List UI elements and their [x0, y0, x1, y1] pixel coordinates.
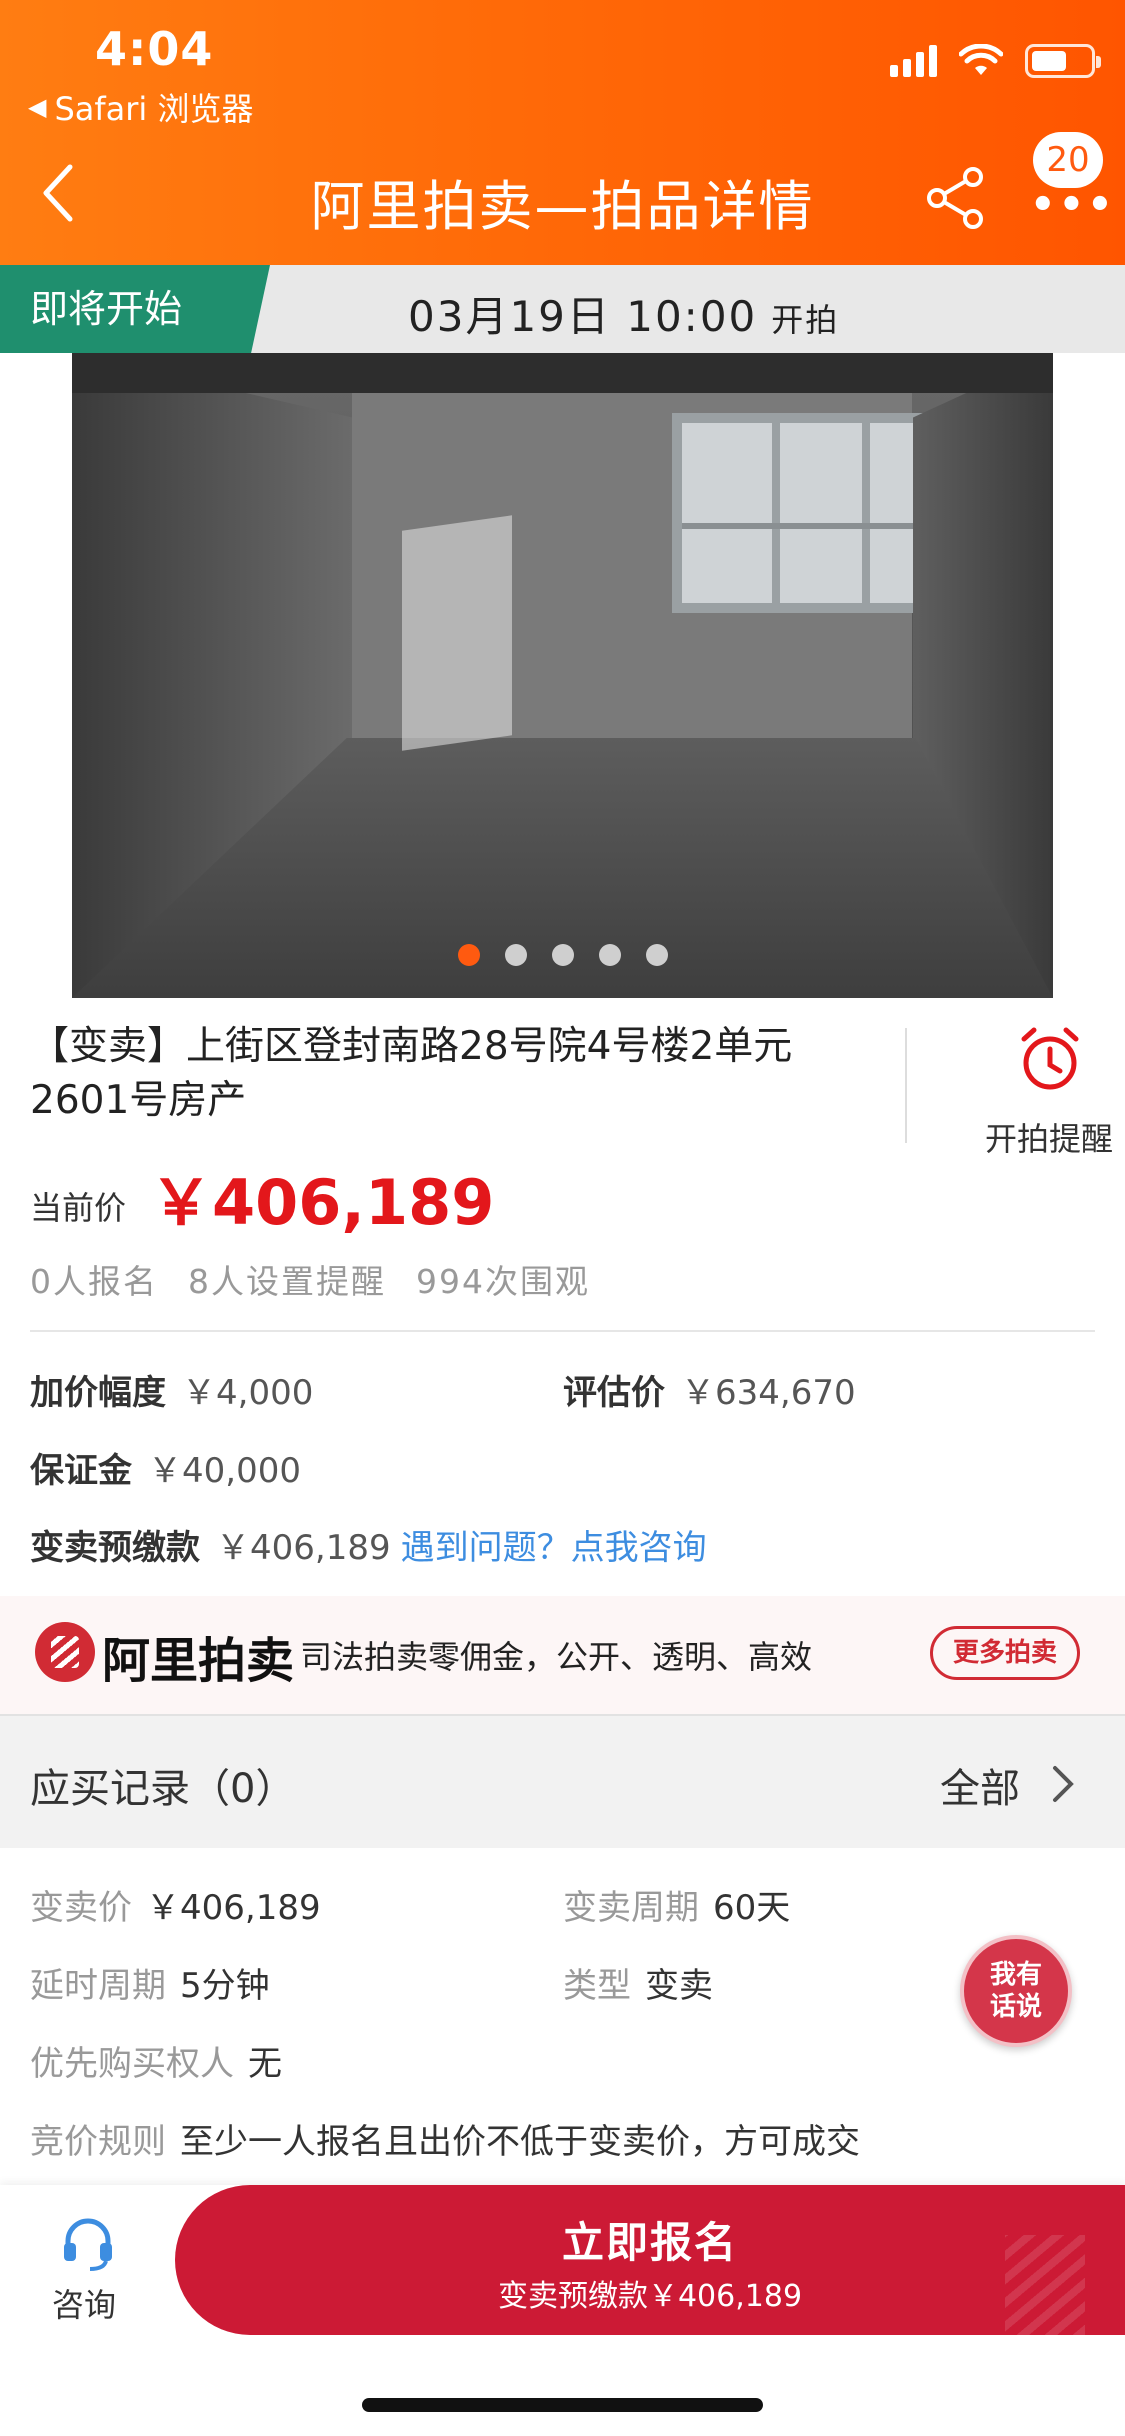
status-time: 4:04: [95, 22, 214, 76]
more-auctions-button[interactable]: 更多拍卖: [930, 1626, 1080, 1680]
register-button-label: 立即报名: [561, 2218, 738, 2267]
increment-value: ￥4,000: [182, 1373, 314, 1413]
divider: [30, 1330, 1095, 1332]
register-button[interactable]: 立即报名 变卖预缴款￥406,189: [175, 2185, 1125, 2335]
wifi-icon: [959, 44, 1003, 75]
divider: [905, 1028, 907, 1143]
carousel-dot[interactable]: [457, 944, 480, 966]
sale-price-label: 变卖价: [30, 1888, 132, 1928]
current-price: ￥406,189: [150, 1166, 495, 1239]
type-value: 变卖: [645, 1966, 713, 2006]
start-suffix: 开拍: [771, 301, 840, 339]
status-icons: [890, 44, 1101, 78]
prepay-value: ￥406,189: [216, 1528, 391, 1568]
bid-records-header[interactable]: 应买记录（0） 全部: [0, 1714, 1125, 1848]
sale-price-row: 变卖价 ￥406,189: [30, 1880, 321, 1929]
item-title: 【变卖】上街区登封南路28号院4号楼2单元2601号房产: [30, 1024, 793, 1123]
bid-rule-value: 至少一人报名且出价不低于变卖价，方可成交: [180, 2122, 860, 2162]
headset-icon[interactable]: [60, 2215, 116, 2271]
property-photo-carousel[interactable]: [72, 353, 1053, 998]
back-app-label: Safari 浏览器: [54, 90, 254, 128]
deposit-label: 保证金: [30, 1451, 132, 1491]
ali-auction-logo-icon: [35, 1622, 95, 1682]
prepay-row: 变卖预缴款 ￥406,189 遇到问题？点我咨询: [30, 1520, 707, 1569]
delay-label: 延时周期: [30, 1966, 166, 2006]
deposit-value: ￥40,000: [148, 1451, 301, 1491]
consult-label[interactable]: 咨询: [52, 2280, 116, 2326]
sale-price-value: ￥406,189: [146, 1888, 321, 1928]
alarm-clock-icon[interactable]: [1018, 1025, 1082, 1093]
carousel-dot[interactable]: [645, 944, 668, 966]
promo-text: 司法拍卖零佣金，公开、透明、高效: [300, 1638, 813, 1676]
register-prepay-label: 变卖预缴款￥406,189: [497, 2279, 803, 2314]
view-all-label[interactable]: 全部: [940, 1756, 1020, 1814]
type-label: 类型: [563, 1966, 631, 2006]
message-count-badge: 20: [1033, 132, 1103, 188]
increment-label: 加价幅度: [30, 1373, 166, 1413]
appraisal-label: 评估价: [563, 1373, 665, 1413]
sale-period-value: 60天: [713, 1888, 791, 1928]
stats-row: 0人报名 8人设置提醒 994次围观: [30, 1255, 590, 1303]
bid-records-title: 应买记录（0）: [30, 1766, 296, 1812]
bid-rule-label: 竞价规则: [30, 2122, 166, 2162]
sale-period-label: 变卖周期: [563, 1888, 699, 1928]
chevron-right-icon: [1053, 1766, 1074, 1802]
comment-line1: 我有: [989, 1960, 1042, 1990]
carousel-dot[interactable]: [551, 944, 574, 966]
cellular-signal-icon: [890, 45, 937, 77]
appraisal-value: ￥634,670: [681, 1373, 856, 1413]
deposit-row: 保证金 ￥40,000: [30, 1443, 301, 1492]
prepay-label: 变卖预缴款: [30, 1528, 200, 1568]
start-time: 03月19日 10:00 开拍: [408, 283, 839, 344]
bid-rule-row: 竞价规则 至少一人报名且出价不低于变卖价，方可成交: [30, 2114, 860, 2163]
signup-count: 0人报名: [30, 1262, 158, 1301]
remind-button-label[interactable]: 开拍提醒: [985, 1114, 1113, 1160]
more-menu-icon[interactable]: •••: [1030, 185, 1116, 225]
priority-row: 优先购买权人无: [30, 2036, 282, 2085]
back-to-safari[interactable]: ◀ Safari 浏览器: [28, 84, 254, 130]
increment-row: 加价幅度 ￥4,000: [30, 1365, 313, 1414]
help-consult-link[interactable]: 遇到问题？点我咨询: [401, 1528, 707, 1568]
share-icon[interactable]: [925, 165, 987, 231]
auction-time-strip: 即将开始 03月19日 10:00 开拍: [0, 265, 1125, 353]
header: 4:04 ◀ Safari 浏览器 阿里拍卖—拍品详情 20 •••: [0, 0, 1125, 265]
carousel-dot[interactable]: [504, 944, 527, 966]
type-row: 类型 变卖: [563, 1958, 713, 2007]
comment-float-button[interactable]: 我有 话说: [960, 1935, 1072, 2047]
status-tag: 即将开始: [0, 265, 270, 353]
sale-period-row: 变卖周期 60天: [563, 1880, 790, 1929]
comment-line2: 话说: [989, 1992, 1042, 2022]
appraisal-row: 评估价 ￥634,670: [563, 1365, 856, 1414]
view-count: 994次围观: [416, 1262, 590, 1301]
priority-value: 无: [248, 2044, 282, 2084]
delay-value: 5分钟: [180, 1966, 270, 2006]
current-price-label: 当前价: [30, 1189, 127, 1227]
promo-brand: 阿里拍卖: [102, 1633, 295, 1689]
home-indicator[interactable]: [362, 2398, 763, 2412]
carousel-dots: [72, 944, 1053, 966]
start-date-time: 03月19日 10:00: [408, 292, 758, 341]
carousel-dot[interactable]: [598, 944, 621, 966]
delay-row: 延时周期 5分钟: [30, 1958, 270, 2007]
promo-banner: 阿里拍卖 司法拍卖零佣金，公开、透明、高效 更多拍卖: [0, 1596, 1125, 1714]
back-triangle-icon: ◀: [28, 93, 47, 121]
battery-icon: [1025, 44, 1101, 78]
reminder-count: 8人设置提醒: [188, 1262, 386, 1301]
priority-label: 优先购买权人: [30, 2044, 234, 2084]
